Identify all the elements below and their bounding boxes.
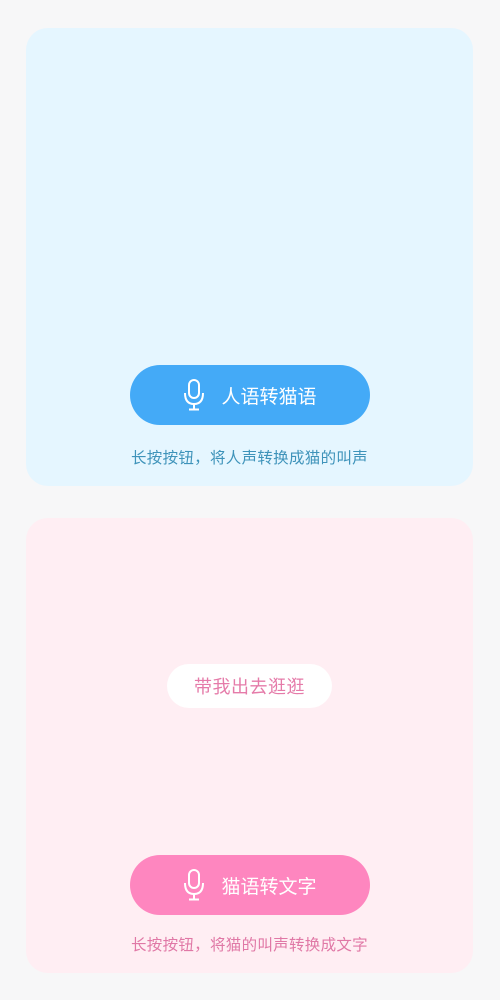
human-to-cat-hint: 长按按钮，将人声转换成猫的叫声 xyxy=(130,449,368,467)
microphone-icon xyxy=(183,378,205,412)
human-to-cat-button[interactable]: 人语转猫语 xyxy=(130,365,370,425)
human-to-cat-card: 人语转猫语 长按按钮，将人声转换成猫的叫声 xyxy=(26,28,473,486)
page: 人语转猫语 长按按钮，将人声转换成猫的叫声 带我出去逛逛 猫语转文字 长按按钮，… xyxy=(0,0,500,1000)
cat-to-text-hint: 长按按钮，将猫的叫声转换成文字 xyxy=(130,936,368,954)
microphone-icon xyxy=(183,868,205,902)
cat-to-text-button-label: 猫语转文字 xyxy=(221,875,317,898)
cat-to-text-card: 带我出去逛逛 猫语转文字 长按按钮，将猫的叫声转换成文字 xyxy=(26,518,473,973)
human-to-cat-button-label: 人语转猫语 xyxy=(221,385,317,408)
cat-to-text-button[interactable]: 猫语转文字 xyxy=(130,855,370,915)
translation-result-bubble: 带我出去逛逛 xyxy=(167,664,332,708)
